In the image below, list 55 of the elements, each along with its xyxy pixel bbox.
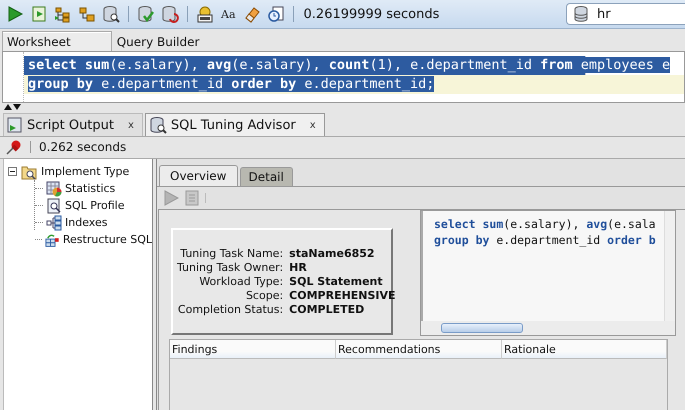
field-value: COMPLETED bbox=[289, 303, 366, 316]
tree-item[interactable]: SQL Profile bbox=[65, 199, 124, 212]
column-header[interactable]: Rationale bbox=[502, 340, 667, 359]
tree-item[interactable]: Implement Type bbox=[41, 165, 130, 178]
run-script-icon[interactable] bbox=[30, 5, 48, 23]
field-label: Scope: bbox=[244, 289, 284, 302]
field-value: staName6852 bbox=[289, 247, 376, 260]
run-icon bbox=[163, 190, 179, 206]
database-icon bbox=[573, 5, 589, 23]
run-icon[interactable] bbox=[6, 5, 24, 23]
vertical-scrollbar[interactable] bbox=[664, 211, 675, 321]
eraser-icon[interactable] bbox=[242, 5, 261, 23]
pin-icon[interactable] bbox=[6, 139, 22, 155]
history-icon[interactable] bbox=[266, 5, 285, 23]
script-output-icon bbox=[7, 117, 23, 133]
field-label: Tuning Task Name: bbox=[179, 247, 284, 260]
field-label: Completion Status: bbox=[177, 303, 284, 316]
close-button[interactable]: x bbox=[126, 120, 136, 130]
field-label: Workload Type: bbox=[198, 275, 284, 288]
tab[interactable]: Query Builder bbox=[112, 31, 214, 51]
commit-icon[interactable] bbox=[137, 5, 155, 23]
elapsed-time: 0.262 seconds bbox=[39, 140, 126, 154]
chart-icon bbox=[46, 180, 62, 196]
tree-plan-icon[interactable] bbox=[54, 5, 72, 23]
elapsed-time: 0.26199999 seconds bbox=[304, 6, 440, 22]
tab[interactable]: Worksheet bbox=[2, 31, 112, 51]
connection-dropdown[interactable]: hr bbox=[566, 3, 685, 25]
code-line: group by e.department_id order b bbox=[434, 232, 656, 248]
tree-item[interactable]: Restructure SQL bbox=[62, 233, 152, 246]
column-header[interactable]: Findings bbox=[170, 340, 336, 359]
field-value: SQL Statement bbox=[289, 275, 384, 288]
field-value: COMPREHENSIVE bbox=[289, 289, 396, 302]
tab[interactable]: Script Output x bbox=[3, 113, 143, 136]
field-label: Tuning Task Owner: bbox=[177, 261, 284, 274]
close-button[interactable]: x bbox=[308, 120, 318, 130]
tab[interactable]: SQL Tuning Advisor x bbox=[144, 113, 325, 136]
case-toggle-button[interactable]: Aa bbox=[220, 5, 237, 23]
tab[interactable]: Detail bbox=[240, 167, 293, 186]
index-icon bbox=[46, 214, 62, 230]
horizontal-scrollbar[interactable] bbox=[421, 321, 675, 335]
folder-icon bbox=[21, 164, 37, 180]
tree-item[interactable]: Indexes bbox=[65, 216, 108, 229]
collapse-toggle[interactable] bbox=[8, 167, 17, 176]
restructure-icon bbox=[45, 232, 60, 248]
document-icon bbox=[184, 190, 200, 206]
rollback-icon[interactable] bbox=[161, 5, 179, 23]
code-line: select sum(e.salary), avg(e.sala bbox=[434, 216, 656, 232]
tab[interactable]: Overview bbox=[159, 165, 238, 186]
tuning-advisor-icon bbox=[148, 116, 167, 134]
plan-icon[interactable] bbox=[78, 5, 96, 23]
database-search-icon[interactable] bbox=[102, 5, 120, 23]
tree-item[interactable]: Statistics bbox=[65, 182, 116, 195]
field-value: HR bbox=[289, 261, 308, 274]
column-header[interactable]: Recommendations bbox=[336, 340, 502, 359]
profile-icon bbox=[46, 198, 62, 214]
